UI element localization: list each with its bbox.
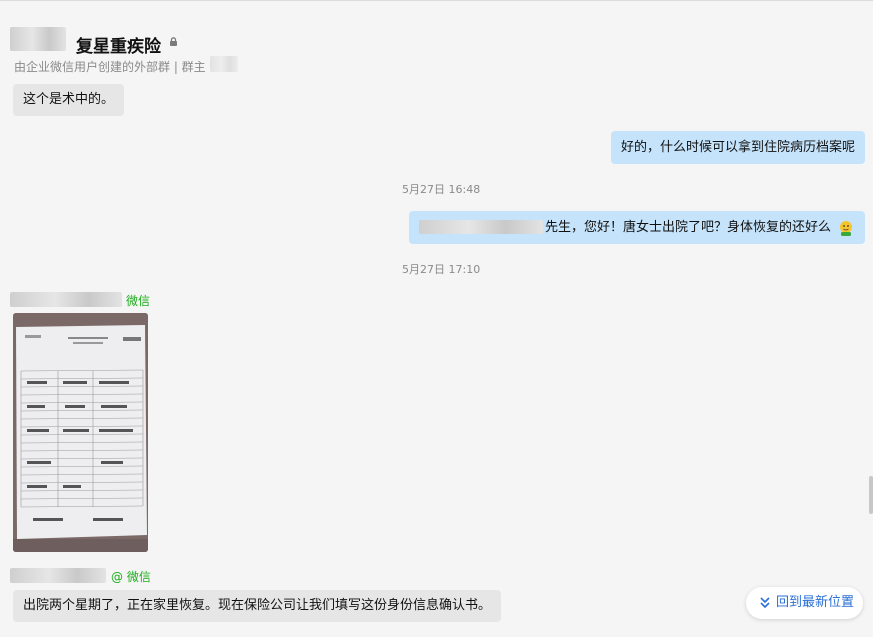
group-subtitle: 由企业微信用户创建的外部群 | 群主 <box>14 60 206 74</box>
sender-wechat-tag: @ 微信 <box>111 570 151 584</box>
jump-to-latest-label: 回到最新位置 <box>776 595 855 610</box>
timestamp: 5月27日 17:10 <box>402 263 481 276</box>
double-chevron-down-icon <box>760 597 770 609</box>
jump-to-latest-button[interactable]: 回到最新位置 <box>746 587 863 619</box>
message-bubble-self[interactable]: 好的，什么时候可以拿到住院病历档案呢 <box>610 131 865 164</box>
message-bubble-other[interactable]: 这个是术中的。 <box>13 84 125 116</box>
owner-name-blurred <box>210 56 238 72</box>
sender-name-blurred[interactable] <box>10 568 106 583</box>
message-bubble-self[interactable]: 先生，您好！唐女士出院了吧？身体恢复的还好么 <box>408 211 865 244</box>
chat-header: 复星重疾险 由企业微信用户创建的外部群 | 群主 <box>0 2 873 80</box>
message-text: 先生，您好！唐女士出院了吧？身体恢复的还好么 <box>544 220 831 235</box>
emoji-icon <box>840 221 852 236</box>
sender-wechat-tag: 微信 <box>126 294 151 308</box>
scrollbar-thumb[interactable] <box>869 476 873 514</box>
lock-icon <box>170 37 177 46</box>
group-title[interactable]: 复星重疾险 <box>76 32 161 57</box>
image-message-document-photo[interactable] <box>13 313 148 552</box>
message-bubble-other[interactable]: 出院两个星期了，正在家里恢复。现在保险公司让我们填写这份身份信息确认书。 <box>13 590 502 622</box>
timestamp: 5月27日 16:48 <box>402 183 481 196</box>
redacted-name <box>418 219 543 234</box>
top-border <box>0 0 873 1</box>
group-avatar-blurred[interactable] <box>10 27 66 51</box>
sender-name-blurred[interactable] <box>10 292 122 307</box>
